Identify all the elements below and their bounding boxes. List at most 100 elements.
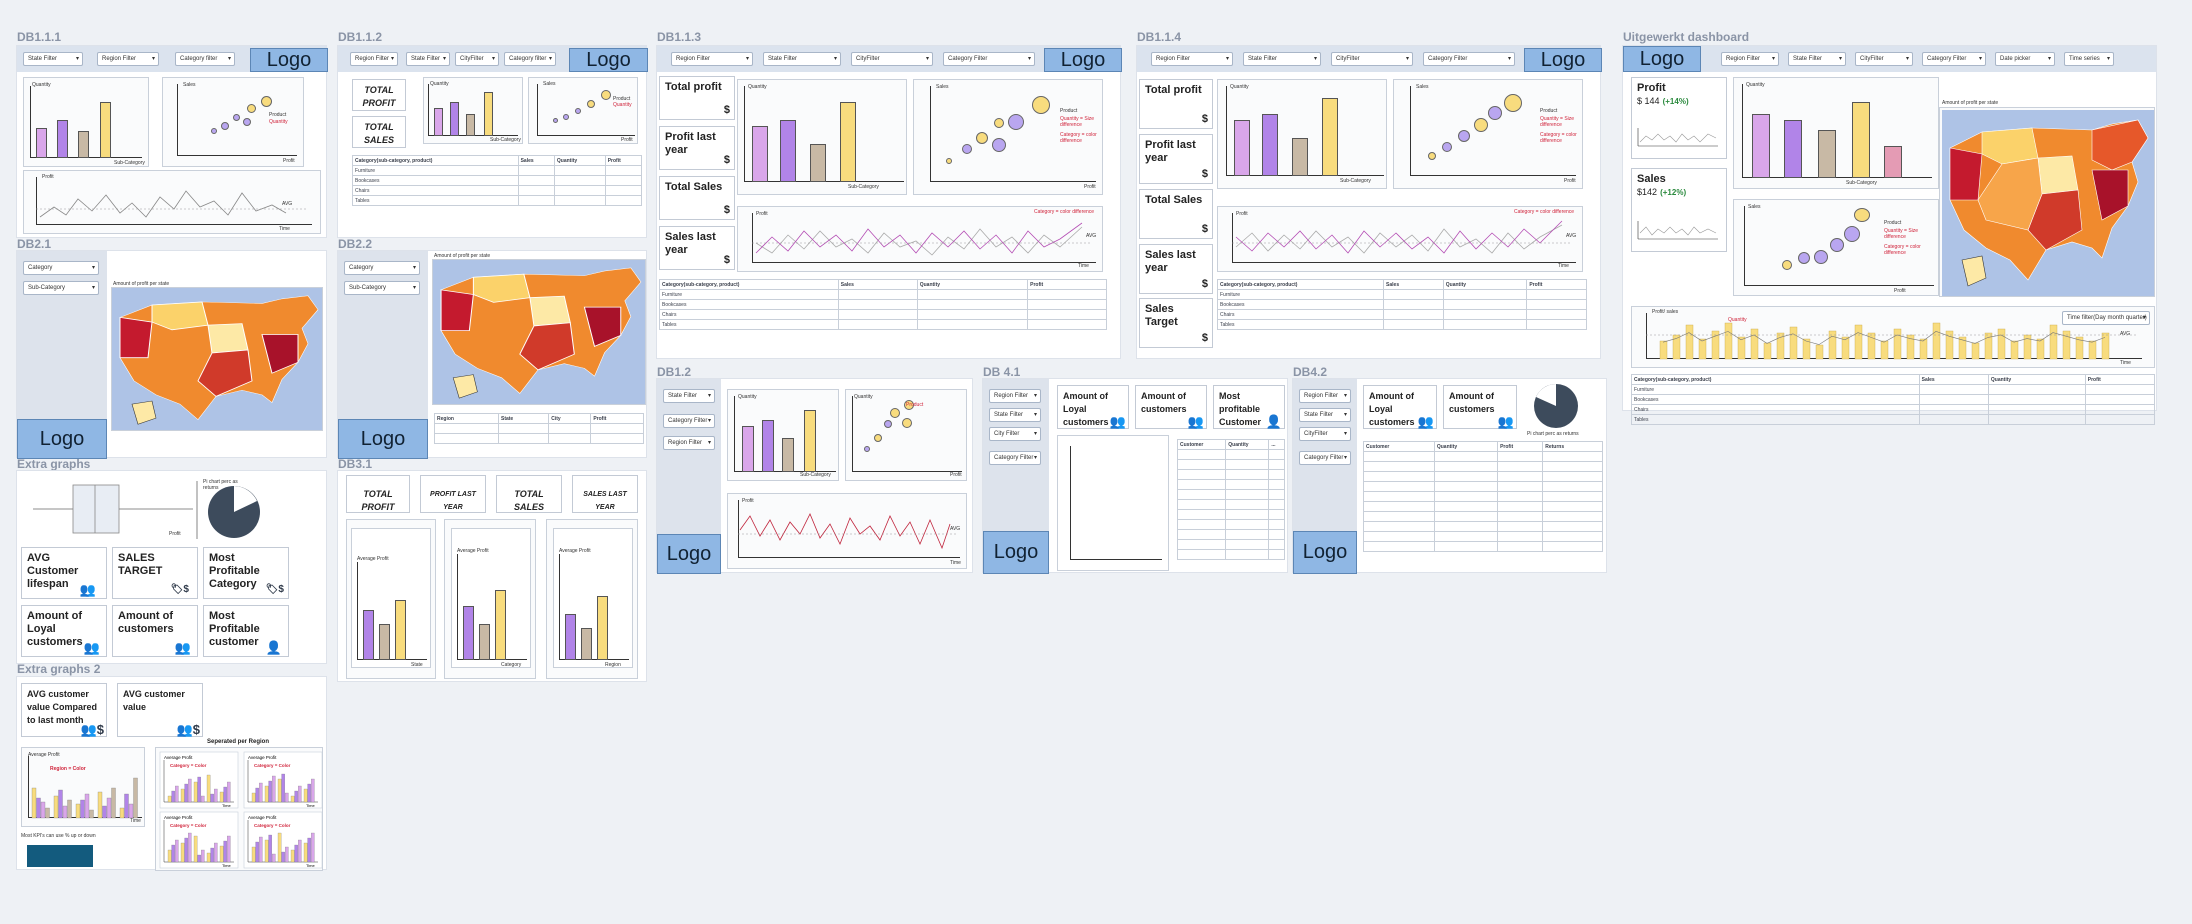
bar <box>285 792 289 803</box>
bar <box>565 614 576 660</box>
kpi-profit-last-year: Profit last year $ <box>1139 134 1213 184</box>
legend-category: Category = color difference <box>1514 209 1575 215</box>
region-filter[interactable]: Region Filter <box>350 52 398 66</box>
state-filter[interactable]: State Filter <box>763 52 841 66</box>
kpi-delta: (+12%) <box>1660 188 1687 197</box>
bar <box>307 783 311 803</box>
state-filter[interactable]: State Filter <box>23 52 83 66</box>
x-label: Category <box>501 662 522 668</box>
legend-product: Product <box>1060 108 1078 114</box>
bar <box>1919 338 1928 360</box>
date-picker[interactable]: Date picker <box>1995 52 2055 66</box>
region-filter[interactable]: Region Filter <box>671 52 753 66</box>
x-label: Sub-Category <box>848 184 879 190</box>
subcategory-filter[interactable]: Sub-Category <box>344 281 420 295</box>
table-row[interactable]: Chairs <box>1216 309 1385 320</box>
empty-chart <box>1057 435 1169 571</box>
table-row[interactable]: Furniture <box>352 165 519 176</box>
dot <box>587 100 595 108</box>
state-filter[interactable]: State Filter <box>1299 408 1351 422</box>
bar <box>206 774 211 803</box>
table-row[interactable]: Tables <box>1631 414 1920 425</box>
category-filter[interactable]: Category <box>23 261 99 275</box>
bar <box>294 790 298 803</box>
table-row[interactable]: Tables <box>352 195 519 206</box>
region-filter[interactable]: Region Filter <box>989 389 1041 403</box>
table-row[interactable]: Bookcases <box>1216 299 1385 310</box>
board-db41: Region Filter State Filter City Filter C… <box>982 378 1288 574</box>
subcategory-filter[interactable]: Sub-Category <box>23 281 99 295</box>
category-filter[interactable]: Category filter <box>175 52 235 66</box>
dot <box>211 128 217 134</box>
logo: Logo <box>250 48 328 72</box>
city-filter[interactable]: CityFilter <box>851 52 933 66</box>
dot <box>1488 106 1502 120</box>
category-filter[interactable]: Category Filter <box>663 414 715 428</box>
category-filter[interactable]: Category Filter <box>943 52 1035 66</box>
state-filter[interactable]: State Filter <box>1788 52 1846 66</box>
kpi-avg-lifespan: AVG Customer lifespan 👥 <box>21 547 107 599</box>
city-filter[interactable]: City Filter <box>989 427 1041 441</box>
category-filter[interactable]: Category filter <box>504 52 556 66</box>
dot <box>1008 114 1024 130</box>
region-filter[interactable]: Region Filter <box>663 436 715 450</box>
bar <box>214 842 218 863</box>
state-filter[interactable]: State Filter <box>406 52 450 66</box>
region-filter[interactable]: Region Filter <box>1151 52 1233 66</box>
sparkline <box>1637 221 1718 240</box>
time-series-filter[interactable]: Time series <box>2064 52 2114 66</box>
kpi-total-sales: Total Sales $ <box>1139 189 1213 239</box>
x-label: Profit <box>1894 288 1906 294</box>
table-row[interactable]: Furniture <box>1216 289 1385 300</box>
col-header: Sales <box>1383 279 1444 290</box>
region-filter[interactable]: Region Filter <box>1721 52 1779 66</box>
sales-scatter: Sales Product Quantity Profit <box>528 77 638 144</box>
x-label: Profit <box>621 137 633 143</box>
dot <box>1782 260 1792 270</box>
kpi-label: Profit <box>1637 82 1666 94</box>
region-filter[interactable]: Region Filter <box>1299 389 1351 403</box>
bar <box>484 92 493 136</box>
category-filter[interactable]: Category <box>344 261 420 275</box>
city-filter[interactable]: CityFilter <box>1855 52 1913 66</box>
region-filter[interactable]: Region Filter <box>97 52 159 66</box>
dot <box>994 118 1004 128</box>
bar <box>264 839 269 863</box>
state-filter[interactable]: State Filter <box>1243 52 1321 66</box>
table-row[interactable]: Bookcases <box>659 299 839 310</box>
table-row[interactable]: Tables <box>1216 319 1385 330</box>
bar <box>111 787 116 819</box>
x-label: Time <box>950 560 961 566</box>
state-filter[interactable]: State Filter <box>989 408 1041 422</box>
bar <box>268 780 272 803</box>
dot <box>1504 94 1522 112</box>
category-filter[interactable]: Category Filter <box>1299 451 1351 465</box>
bar <box>100 102 111 158</box>
table-row[interactable]: Chairs <box>352 185 519 196</box>
dot <box>233 114 240 121</box>
city-filter[interactable]: CityFilter <box>455 52 499 66</box>
dot <box>890 408 900 418</box>
category-filter[interactable]: Category Filter <box>989 451 1041 465</box>
col-header: Profit <box>604 155 643 166</box>
legend-product: Product <box>1884 220 1902 226</box>
table-row[interactable]: Chairs <box>659 309 839 320</box>
city-filter[interactable]: CityFilter <box>1331 52 1413 66</box>
table-row[interactable]: Furniture <box>1631 384 1920 395</box>
category-filter[interactable]: Category Filter <box>1423 52 1515 66</box>
table-row[interactable]: Furniture <box>659 289 839 300</box>
x-label: Profit <box>169 531 181 537</box>
table-row[interactable]: Chairs <box>1631 404 1920 415</box>
city-filter[interactable]: CityFilter <box>1299 427 1351 441</box>
table-row[interactable]: Bookcases <box>1631 394 1920 405</box>
table-row[interactable]: Tables <box>659 319 839 330</box>
bar <box>223 786 227 803</box>
table-row[interactable]: Bookcases <box>352 175 519 186</box>
col-header: Profit <box>1526 279 1587 290</box>
bar <box>197 854 201 863</box>
category-filter[interactable]: Category Filter <box>1922 52 1986 66</box>
us-map <box>111 287 323 431</box>
state-filter[interactable]: State Filter <box>663 389 715 403</box>
bar <box>290 849 295 863</box>
bar <box>463 606 474 660</box>
